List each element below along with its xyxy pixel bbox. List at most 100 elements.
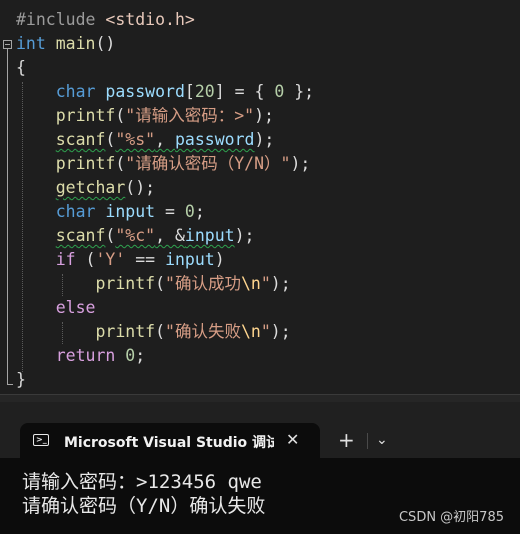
code-token: 'Y' — [95, 250, 126, 269]
terminal-output-line-1: 请输入密码：>123456 qwe — [22, 471, 262, 493]
code-token: ); — [270, 274, 291, 293]
code-line[interactable]: if ('Y' == input) — [16, 248, 225, 272]
code-token: 0 — [274, 82, 285, 101]
code-token: printf — [95, 322, 156, 341]
code-token: ); — [270, 322, 291, 341]
code-token: main — [45, 34, 96, 53]
console-icon: >_ — [33, 434, 49, 446]
code-token: }; — [284, 82, 315, 101]
code-line[interactable]: int main() — [16, 32, 115, 56]
code-token: else — [55, 298, 96, 317]
code-token: == — [125, 250, 166, 269]
code-line[interactable]: printf("确认成功\n"); — [16, 272, 291, 296]
code-editor[interactable]: #include <stdio.h> int main(){ char passw… — [0, 0, 520, 394]
code-token: password — [95, 82, 185, 101]
code-token: ); — [254, 130, 275, 149]
code-token: = — [155, 202, 185, 221]
code-line[interactable]: #include <stdio.h> — [16, 8, 195, 32]
terminal-tab[interactable]: >_ Microsoft Visual Studio 调试控 ✕ — [20, 423, 320, 458]
fold-line — [7, 49, 8, 384]
code-line[interactable]: printf("请输入密码：>"); — [16, 104, 274, 128]
code-token: return — [55, 346, 116, 365]
code-token: if — [55, 250, 76, 269]
tab-title: Microsoft Visual Studio 调试控 — [64, 435, 274, 451]
code-token: ( — [75, 250, 96, 269]
code-token: " — [260, 322, 271, 341]
code-token: ); — [290, 154, 311, 173]
code-line[interactable]: else — [16, 296, 96, 320]
code-token: printf — [55, 154, 116, 173]
code-token: input — [184, 226, 235, 245]
code-token: ); — [234, 226, 255, 245]
code-token: 20 — [194, 82, 215, 101]
code-token: \n — [240, 274, 261, 293]
code-token: " — [260, 274, 271, 293]
code-token: ( — [155, 274, 166, 293]
code-token: "确认失败 — [165, 322, 241, 341]
code-token: printf — [95, 274, 156, 293]
code-line[interactable]: printf("确认失败\n"); — [16, 320, 291, 344]
code-token: #include — [16, 10, 106, 29]
fold-end — [7, 384, 13, 385]
code-line[interactable]: { — [16, 56, 26, 80]
terminal-output-line-2: 请确认密码（Y/N）确认失败 — [22, 495, 266, 517]
code-line[interactable]: return 0; — [16, 344, 145, 368]
code-line[interactable]: printf("请确认密码（Y/N）"); — [16, 152, 311, 176]
code-token: ( — [155, 322, 166, 341]
code-token: 0 — [184, 202, 195, 221]
code-line[interactable]: char password[20] = { 0 }; — [16, 80, 314, 104]
code-token: ( — [105, 130, 116, 149]
code-token: "%c" — [115, 226, 156, 245]
code-token: ( — [105, 226, 116, 245]
code-token: ] = { — [214, 82, 275, 101]
code-token: input — [95, 202, 156, 221]
code-token: ( — [115, 106, 126, 125]
code-token: ) — [214, 250, 225, 269]
code-line[interactable]: scanf("%c", &input); — [16, 224, 255, 248]
code-token: "请输入密码：>" — [125, 106, 255, 125]
code-token: , — [155, 130, 175, 149]
code-token: "%s" — [115, 130, 156, 149]
terminal-tab-bar: >_ Microsoft Visual Studio 调试控 ✕ + ⌄ — [0, 402, 520, 458]
code-line[interactable]: getchar(); — [16, 176, 155, 200]
code-line[interactable]: } — [16, 368, 26, 392]
code-token: "确认成功 — [165, 274, 241, 293]
watermark: CSDN @初阳785 — [398, 510, 504, 525]
code-token: int — [16, 34, 46, 53]
code-token: char — [55, 82, 96, 101]
code-token: , & — [155, 226, 185, 245]
code-token: char — [55, 202, 96, 221]
close-tab-icon[interactable]: ✕ — [286, 430, 299, 449]
code-token: printf — [55, 106, 116, 125]
tab-separator — [367, 433, 368, 449]
code-token: ; — [135, 346, 146, 365]
code-line[interactable]: char input = 0; — [16, 200, 205, 224]
chevron-down-icon[interactable]: ⌄ — [376, 430, 388, 450]
code-token: [ — [184, 82, 195, 101]
debug-console[interactable]: >_ Microsoft Visual Studio 调试控 ✕ + ⌄ 请输入… — [0, 402, 520, 534]
new-tab-button[interactable]: + — [338, 430, 355, 450]
code-token: getchar — [55, 178, 126, 197]
code-token: \n — [240, 322, 261, 341]
collapse-main-icon[interactable] — [3, 40, 12, 49]
code-token: 0 — [115, 346, 136, 365]
code-token: scanf — [55, 130, 106, 149]
code-token: } — [16, 370, 26, 389]
code-token: ); — [254, 106, 274, 125]
code-token: password — [174, 130, 255, 149]
code-line[interactable]: scanf("%s", password); — [16, 128, 275, 152]
code-token: scanf — [55, 226, 106, 245]
code-token: ( — [115, 154, 126, 173]
